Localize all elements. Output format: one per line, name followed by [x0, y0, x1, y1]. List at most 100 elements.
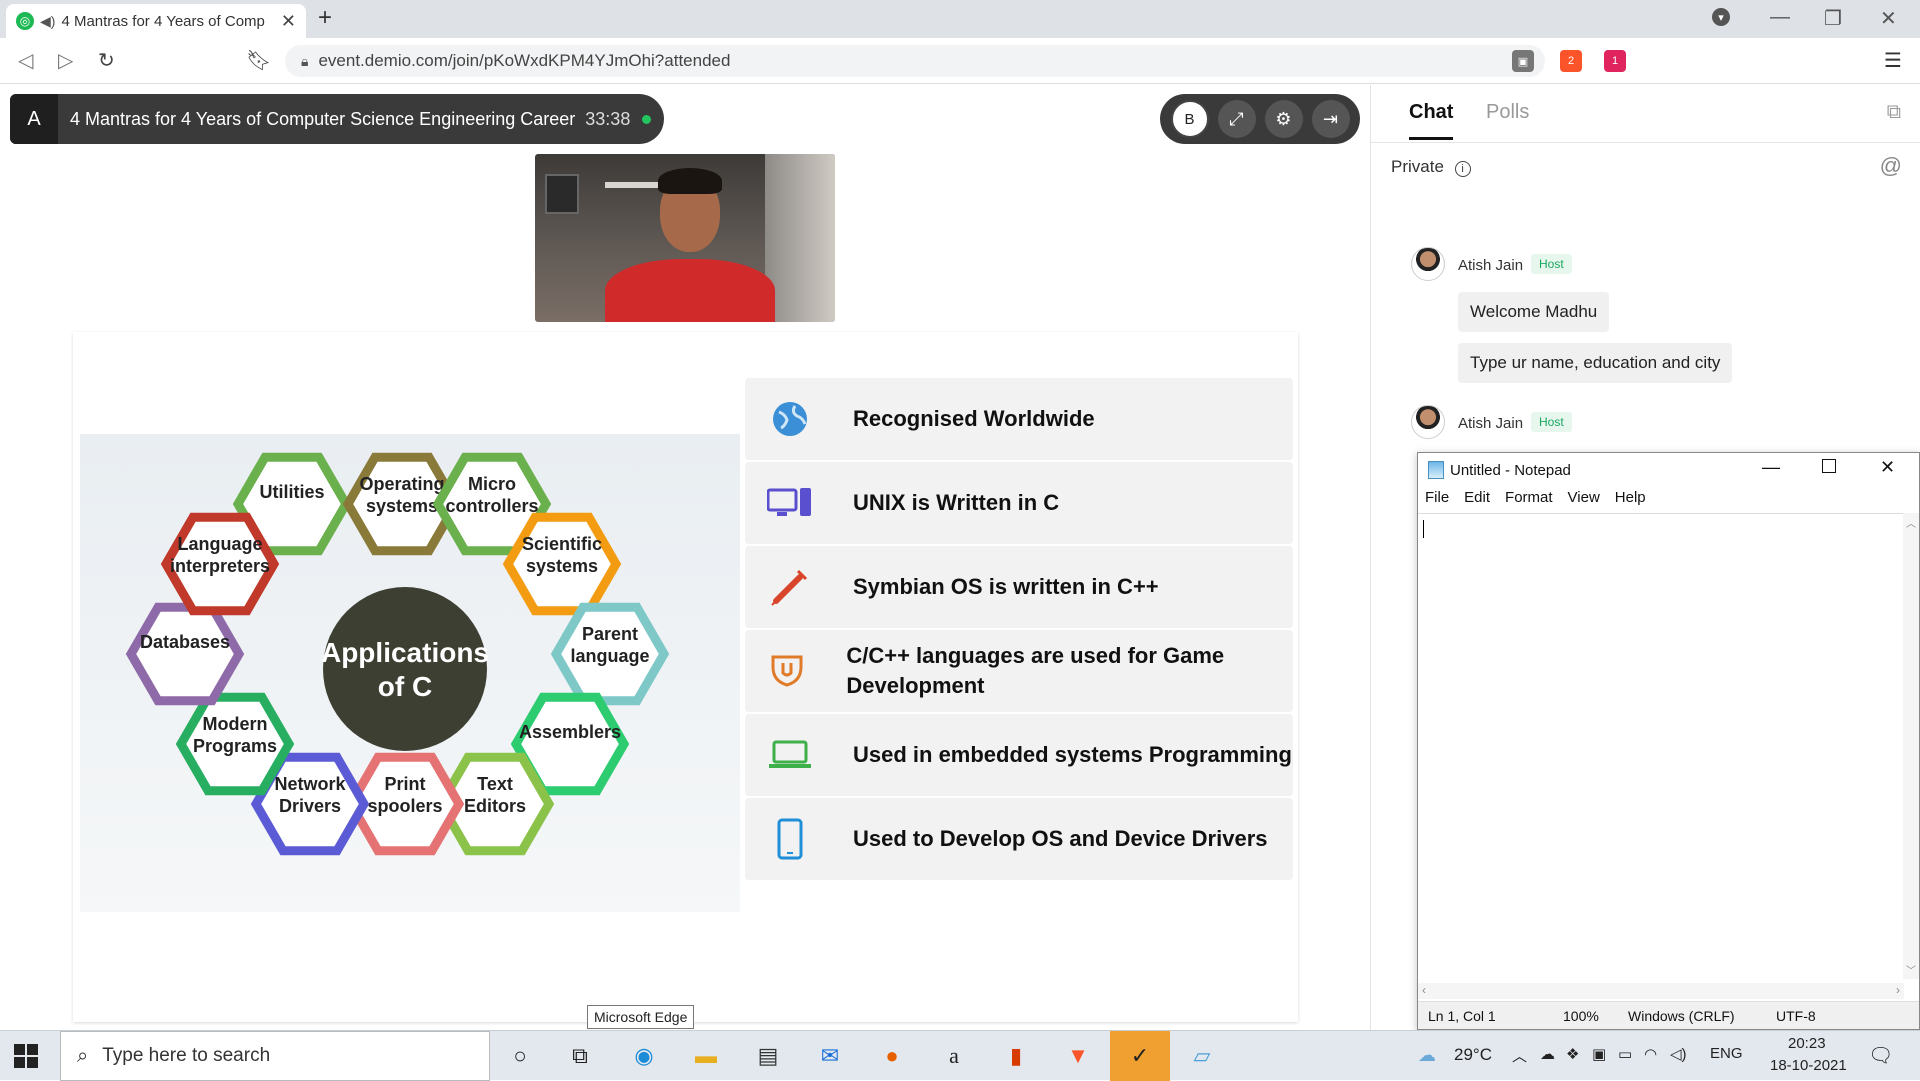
clock-time[interactable]: 20:23: [1788, 1035, 1826, 1052]
hexagon-item: Scientificsystems: [502, 512, 622, 616]
menu-edit[interactable]: Edit: [1464, 489, 1490, 511]
status-line-ending: Windows (CRLF): [1628, 1008, 1735, 1024]
notepad-titlebar[interactable]: Untitled - Notepad — ✕: [1418, 453, 1919, 487]
vertical-scrollbar[interactable]: ︿ ﹀: [1903, 513, 1919, 979]
amazon-icon[interactable]: a: [938, 1040, 970, 1072]
minimize-icon[interactable]: —: [1762, 457, 1780, 478]
settings-gear-icon[interactable]: ⚙: [1264, 100, 1303, 138]
hexagon-label: systems: [526, 556, 598, 576]
wifi-icon[interactable]: ◠: [1644, 1045, 1657, 1063]
hexagon-label: Micro: [468, 474, 516, 494]
new-tab-icon[interactable]: +: [318, 4, 332, 32]
notifications-icon[interactable]: 🗨︎: [1868, 1043, 1893, 1068]
feature-label: Symbian OS is written in C++: [853, 574, 1159, 600]
hexagon-label: spoolers: [367, 796, 442, 816]
reload-icon[interactable]: ↻: [98, 48, 115, 73]
onedrive-icon[interactable]: ☁: [1540, 1045, 1555, 1063]
diagram-svg: Utilities OperatingsystemsMicrocontroller…: [125, 452, 670, 856]
browser-tab-bar: ◎ ◀) 4 Mantras for 4 Years of Comp ✕ + ▾…: [0, 0, 1920, 38]
dropbox-icon[interactable]: ❖: [1566, 1045, 1579, 1063]
mail-icon[interactable]: ✉: [814, 1040, 846, 1072]
menu-help[interactable]: Help: [1615, 489, 1646, 511]
camera-blocked-icon[interactable]: ▣: [1512, 50, 1534, 72]
input-language[interactable]: ENG: [1710, 1045, 1743, 1062]
hexagon-item: ModernPrograms: [175, 692, 295, 796]
meet-now-icon[interactable]: ▣: [1592, 1045, 1606, 1063]
store-icon[interactable]: ▤: [752, 1040, 784, 1072]
stage-controls: B ⤢ ⚙ ⇥: [1160, 94, 1360, 144]
browser-menu-icon[interactable]: ☰: [1884, 48, 1902, 73]
lock-icon: 🔒︎: [301, 52, 309, 69]
feature-card: UNIX is Written in C: [745, 462, 1293, 544]
status-zoom: 100%: [1563, 1008, 1599, 1024]
profile-menu-icon[interactable]: ▾: [1712, 8, 1730, 26]
notepad-text-area[interactable]: [1418, 513, 1904, 979]
applications-of-c-diagram: Utilities Operating systems Micro controller…: [80, 434, 740, 912]
center-label: of C: [378, 671, 432, 702]
tab-polls[interactable]: Polls: [1486, 101, 1529, 124]
battery-icon[interactable]: ▭: [1618, 1045, 1632, 1063]
task-view-icon[interactable]: ⧉: [564, 1040, 596, 1072]
brave-shields-icon[interactable]: 2: [1560, 50, 1582, 72]
user-avatar-button[interactable]: B: [1170, 100, 1209, 138]
feature-label: UNIX is Written in C: [853, 490, 1060, 516]
forward-icon[interactable]: ▷: [58, 48, 73, 73]
phone-icon: [767, 816, 813, 862]
private-toggle[interactable]: Private i: [1391, 157, 1471, 177]
close-tab-icon[interactable]: ✕: [281, 11, 296, 32]
restore-window-icon[interactable]: ❐: [1824, 6, 1842, 31]
windows-start-icon[interactable]: [14, 1044, 38, 1068]
event-timer: 33:38: [585, 108, 631, 129]
leave-session-icon[interactable]: ⇥: [1311, 100, 1350, 138]
close-icon[interactable]: ✕: [1880, 457, 1895, 478]
feature-card: Symbian OS is written in C++: [745, 546, 1293, 628]
hexagon-label: Scientific: [522, 534, 602, 554]
minimize-window-icon[interactable]: —: [1770, 6, 1790, 29]
menu-format[interactable]: Format: [1505, 489, 1553, 511]
close-window-icon[interactable]: ✕: [1880, 6, 1897, 31]
scroll-left-icon[interactable]: ‹: [1422, 983, 1426, 997]
presenter-avatar: A: [10, 94, 58, 144]
file-explorer-icon[interactable]: ▬: [690, 1040, 722, 1072]
clock-date[interactable]: 18-10-2021: [1770, 1057, 1847, 1074]
weather-temp[interactable]: 29°C: [1454, 1045, 1492, 1065]
info-icon[interactable]: i: [1454, 161, 1471, 177]
active-app-icon[interactable]: ✓: [1110, 1031, 1170, 1081]
volume-icon[interactable]: ◁): [1670, 1045, 1687, 1063]
hexagon-label: Programs: [193, 736, 277, 756]
url-field[interactable]: 🔒︎ event.demio.com/join/pKoWxdKPM4YJmOhi…: [285, 45, 1545, 77]
chat-message: Welcome Madhu: [1458, 292, 1610, 332]
computer-icon: [767, 480, 813, 526]
hexagon-label: Parent: [582, 624, 638, 644]
feature-card: Used to Develop OS and Device Drivers: [745, 798, 1293, 880]
scroll-up-icon[interactable]: ︿: [1906, 515, 1916, 530]
back-icon[interactable]: ◁: [18, 48, 33, 73]
popout-icon[interactable]: ⧉: [1887, 101, 1901, 124]
speaker-icon[interactable]: ◀): [40, 13, 55, 30]
weather-cloud-icon[interactable]: ☁: [1418, 1045, 1436, 1066]
brave-icon[interactable]: ▼: [1062, 1040, 1094, 1072]
menu-view[interactable]: View: [1568, 489, 1600, 511]
maximize-icon[interactable]: [1822, 459, 1836, 473]
browser-tab[interactable]: ◎ ◀) 4 Mantras for 4 Years of Comp ✕: [6, 4, 306, 38]
hexagon-label: Modern: [203, 714, 268, 734]
taskbar-search[interactable]: ⌕ Type here to search: [60, 1031, 490, 1081]
notepad-taskbar-icon[interactable]: ▱: [1186, 1040, 1218, 1072]
brave-rewards-icon[interactable]: 1: [1604, 50, 1626, 72]
bookmark-icon[interactable]: 🔖︎: [246, 48, 271, 73]
office-icon[interactable]: ▮: [1000, 1040, 1032, 1072]
tray-expand-icon[interactable]: ︿: [1512, 1045, 1527, 1066]
mention-icon[interactable]: @: [1880, 153, 1902, 179]
tab-chat[interactable]: Chat: [1409, 101, 1454, 140]
cortana-icon[interactable]: ○: [504, 1040, 536, 1072]
edge-icon[interactable]: ◉: [628, 1040, 660, 1072]
scroll-right-icon[interactable]: ›: [1896, 983, 1900, 997]
globe-icon: [767, 396, 813, 442]
firefox-icon[interactable]: ●: [876, 1040, 908, 1072]
menu-file[interactable]: File: [1425, 489, 1449, 511]
fullscreen-icon[interactable]: ⤢: [1217, 100, 1256, 138]
search-placeholder: Type here to search: [102, 1045, 271, 1066]
scroll-down-icon[interactable]: ﹀: [1906, 962, 1916, 977]
feature-label: Recognised Worldwide: [853, 406, 1095, 432]
horizontal-scrollbar[interactable]: ‹ ›: [1418, 983, 1904, 999]
